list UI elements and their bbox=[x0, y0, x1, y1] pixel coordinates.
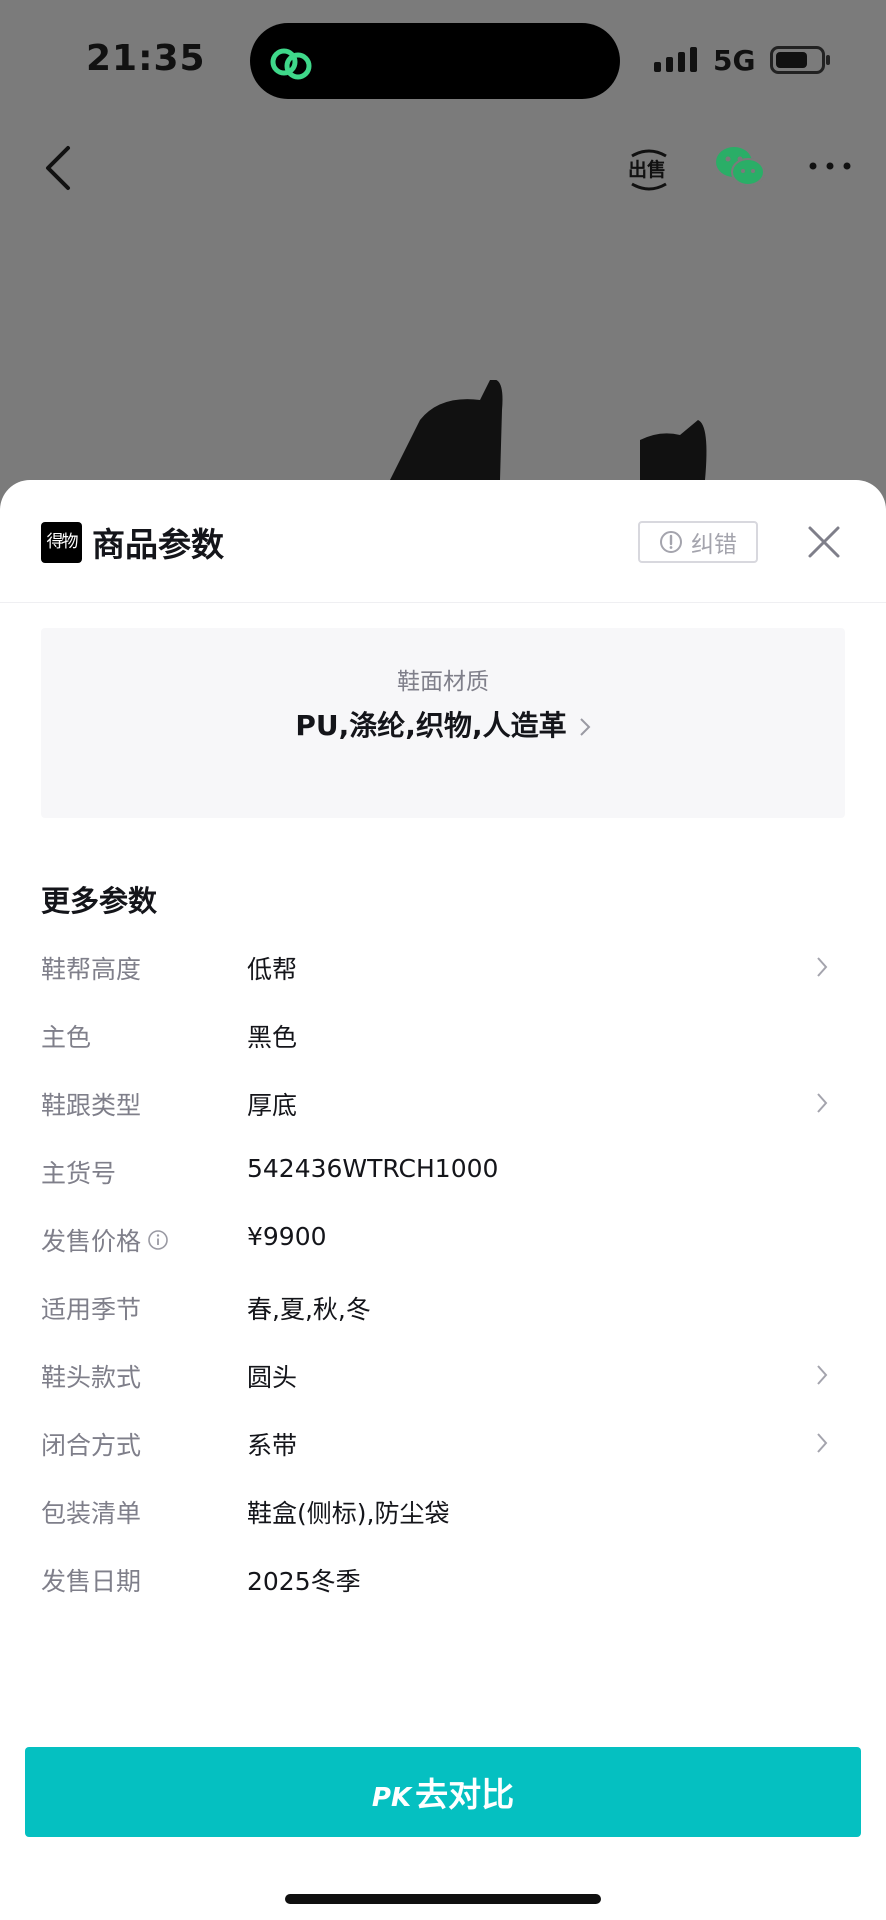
param-row[interactable]: 鞋头款式 圆头 bbox=[0, 1340, 886, 1408]
material-label: 鞋面材质 bbox=[397, 669, 489, 695]
brand-logo: 得物 bbox=[41, 522, 82, 563]
param-key: 发售价格 bbox=[41, 1222, 169, 1258]
param-row[interactable]: 鞋跟类型 厚底 bbox=[0, 1068, 886, 1136]
param-value: 系带 bbox=[247, 1431, 298, 1460]
report-error-button[interactable]: 纠错 bbox=[638, 521, 758, 563]
params-list: 鞋帮高度 低帮主色 黑色鞋跟类型 厚底主货号 542436WTRCH1000 发售价格 ¥9… bbox=[0, 932, 886, 1612]
chevron-right-icon[interactable] bbox=[816, 1364, 828, 1386]
param-value: 鞋盒(侧标),防尘袋 bbox=[247, 1499, 450, 1528]
pk-label-text: 去对比 bbox=[415, 1775, 515, 1814]
battery-icon bbox=[770, 46, 830, 74]
param-key: 鞋头款式 bbox=[41, 1358, 141, 1394]
param-key-text: 适用季节 bbox=[41, 1295, 142, 1324]
status-time: 21:35 bbox=[86, 38, 206, 79]
param-value: 2025冬季 bbox=[247, 1567, 361, 1596]
param-key: 主货号 bbox=[41, 1154, 116, 1190]
param-key-text: 发售价格 bbox=[41, 1227, 142, 1256]
close-icon[interactable] bbox=[806, 524, 842, 560]
chevron-right-icon bbox=[579, 718, 590, 736]
param-key-text: 鞋头款式 bbox=[41, 1363, 142, 1392]
param-key-text: 闭合方式 bbox=[41, 1431, 142, 1460]
param-value: 春,夏,秋,冬 bbox=[247, 1295, 371, 1324]
material-value-text: PU,涤纶,织物,人造革 bbox=[295, 709, 567, 742]
param-key: 鞋帮高度 bbox=[41, 950, 141, 986]
param-row: 发售日期 2025冬季 bbox=[0, 1544, 886, 1612]
sheet-header: 得物 商品参数 纠错 bbox=[0, 480, 886, 603]
material-card[interactable]: 鞋面材质 PU,涤纶,织物,人造革 bbox=[41, 628, 845, 818]
param-key: 适用季节 bbox=[41, 1290, 141, 1326]
param-row: 发售价格 ¥9900 bbox=[0, 1204, 886, 1272]
pk-compare-button[interactable]: PK 去对比 bbox=[25, 1747, 861, 1837]
product-image-peek bbox=[390, 380, 707, 480]
chevron-right-icon[interactable] bbox=[816, 956, 828, 978]
pk-prefix: PK bbox=[371, 1783, 412, 1813]
home-indicator bbox=[285, 1894, 601, 1904]
param-key: 鞋跟类型 bbox=[41, 1086, 141, 1122]
param-key: 闭合方式 bbox=[41, 1426, 141, 1462]
material-value: PU,涤纶,织物,人造革 bbox=[291, 706, 595, 746]
param-key-text: 主色 bbox=[41, 1023, 92, 1052]
param-value: 厚底 bbox=[247, 1091, 298, 1120]
network-label: 5G bbox=[713, 44, 756, 77]
param-row: 包装清单 鞋盒(侧标),防尘袋 bbox=[0, 1476, 886, 1544]
param-key: 主色 bbox=[41, 1018, 91, 1054]
product-nav-bar: 出售 bbox=[0, 130, 886, 210]
param-value: 圆头 bbox=[247, 1363, 298, 1392]
param-key: 包装清单 bbox=[41, 1494, 141, 1530]
sheet-title: 商品参数 bbox=[92, 525, 224, 564]
param-key-text: 鞋帮高度 bbox=[41, 955, 142, 984]
param-row: 主货号 542436WTRCH1000 bbox=[0, 1136, 886, 1204]
signal-icon bbox=[654, 47, 697, 72]
report-error-label: 纠错 bbox=[691, 532, 737, 558]
svg-text:出售: 出售 bbox=[628, 158, 666, 181]
more-params-title: 更多参数 bbox=[41, 884, 158, 918]
param-value: ¥9900 bbox=[247, 1222, 327, 1251]
alert-circle-icon bbox=[660, 531, 682, 553]
param-value: 黑色 bbox=[247, 1023, 298, 1052]
param-row[interactable]: 闭合方式 系带 bbox=[0, 1408, 886, 1476]
chevron-right-icon[interactable] bbox=[816, 1092, 828, 1114]
status-bar: 21:35 5G bbox=[0, 0, 886, 120]
product-params-sheet: 得物 商品参数 纠错 鞋面材质 PU,涤纶,织物,人造革 更多参数 鞋帮高度 低帮… bbox=[0, 480, 886, 1920]
chevron-right-icon[interactable] bbox=[816, 1432, 828, 1454]
param-row[interactable]: 鞋帮高度 低帮 bbox=[0, 932, 886, 1000]
pk-compare-label: PK 去对比 bbox=[372, 1768, 514, 1816]
param-key-text: 发售日期 bbox=[41, 1567, 142, 1596]
param-key: 发售日期 bbox=[41, 1562, 141, 1598]
sell-icon[interactable]: 出售 bbox=[626, 144, 672, 194]
param-value: 低帮 bbox=[247, 955, 298, 984]
wechat-icon[interactable] bbox=[714, 144, 766, 190]
more-icon[interactable] bbox=[808, 160, 852, 172]
info-icon[interactable] bbox=[147, 1229, 169, 1251]
param-key-text: 包装清单 bbox=[41, 1499, 142, 1528]
param-row: 主色 黑色 bbox=[0, 1000, 886, 1068]
link-activity-icon bbox=[270, 48, 312, 80]
param-value: 542436WTRCH1000 bbox=[247, 1154, 499, 1183]
param-row: 适用季节 春,夏,秋,冬 bbox=[0, 1272, 886, 1340]
param-key-text: 主货号 bbox=[41, 1159, 117, 1188]
param-key-text: 鞋跟类型 bbox=[41, 1091, 142, 1120]
back-icon[interactable] bbox=[40, 144, 76, 192]
